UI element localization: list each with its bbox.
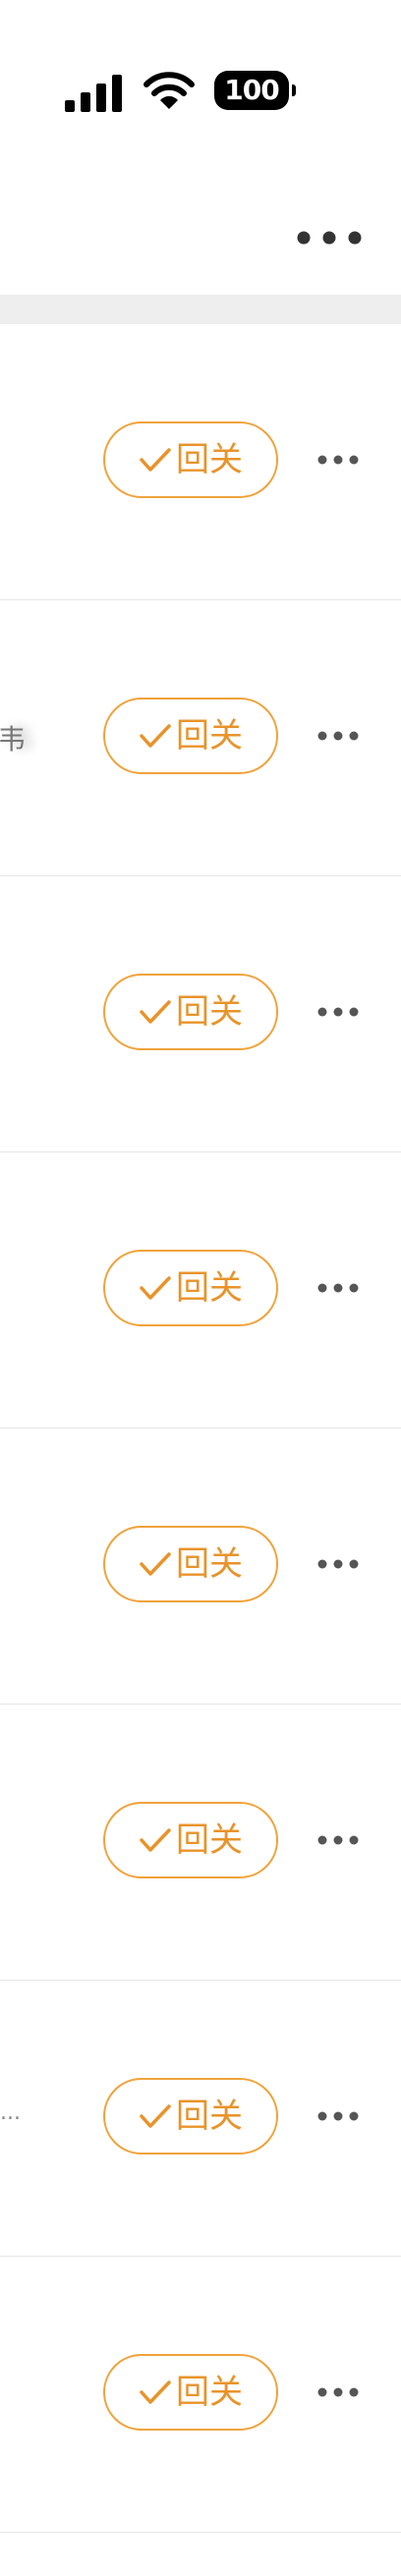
follow-back-button[interactable]: 回关 (103, 2078, 278, 2155)
check-icon (140, 1000, 171, 1024)
follow-back-button[interactable]: 回关 (103, 1526, 278, 1602)
follow-back-label: 回关 (176, 440, 243, 479)
more-icon[interactable] (295, 223, 364, 252)
follow-back-button[interactable]: 回关 (103, 2354, 278, 2431)
check-icon (140, 1552, 171, 1576)
status-bar: 100 (0, 0, 401, 187)
follow-back-button[interactable]: 回关 (103, 1250, 278, 1326)
status-icons: 100 (0, 61, 401, 120)
follow-back-button[interactable]: 回关 (103, 1802, 278, 1878)
check-icon (140, 448, 171, 472)
more-icon[interactable] (316, 448, 360, 472)
follow-back-button[interactable]: 回关 (103, 421, 278, 498)
more-icon[interactable] (316, 724, 360, 748)
signal-icon (65, 75, 122, 112)
battery-body: 100 (214, 71, 289, 110)
truncated-name-fragment: ... (0, 2100, 21, 2125)
check-icon (140, 1276, 171, 1300)
battery-icon: 100 (214, 71, 296, 110)
more-icon[interactable] (316, 2380, 360, 2404)
list-item[interactable]: 回关 (0, 1428, 401, 1705)
check-icon (140, 1828, 171, 1852)
follow-back-label: 回关 (176, 716, 243, 756)
section-separator (0, 295, 401, 324)
list-item[interactable]: 韦 回关 (0, 600, 401, 876)
follow-back-label: 回关 (176, 2373, 243, 2412)
more-icon[interactable] (316, 1828, 360, 1852)
follow-back-label: 回关 (176, 2097, 243, 2136)
more-icon[interactable] (316, 1552, 360, 1576)
list-item[interactable]: 回关 (0, 876, 401, 1152)
wifi-icon (143, 72, 195, 109)
check-icon (140, 2104, 171, 2128)
list-item[interactable]: 回关 (0, 2257, 401, 2533)
nav-bar (0, 187, 401, 295)
follower-list: 回关 韦 回关 回关 回关 回关 回关 ... 回关 回关 (0, 324, 401, 2533)
list-item[interactable]: 回关 (0, 1705, 401, 1981)
more-icon[interactable] (316, 2104, 360, 2128)
follow-back-label: 回关 (176, 1820, 243, 1860)
list-item[interactable]: 回关 (0, 1152, 401, 1428)
follow-back-button[interactable]: 回关 (103, 698, 278, 774)
check-icon (140, 2380, 171, 2404)
follow-back-label: 回关 (176, 1544, 243, 1584)
check-icon (140, 724, 171, 748)
more-icon[interactable] (316, 1000, 360, 1024)
truncated-name-fragment: 韦 (0, 723, 27, 756)
list-item[interactable]: ... 回关 (0, 1981, 401, 2257)
battery-level: 100 (224, 74, 279, 106)
more-icon[interactable] (316, 1276, 360, 1300)
battery-tip (292, 84, 296, 96)
list-item[interactable]: 回关 (0, 324, 401, 600)
follow-back-button[interactable]: 回关 (103, 974, 278, 1050)
follow-back-label: 回关 (176, 1268, 243, 1308)
follow-back-label: 回关 (176, 992, 243, 1032)
